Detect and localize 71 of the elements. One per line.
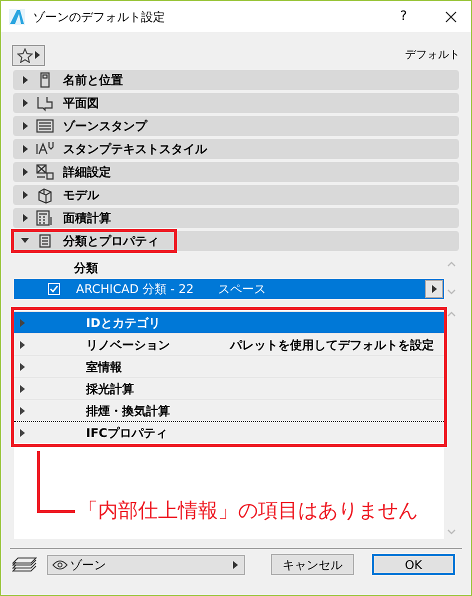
- property-row[interactable]: 室情報: [14, 355, 444, 377]
- column-header: 分類: [72, 260, 99, 277]
- layer-dropdown[interactable]: ゾーン: [47, 554, 245, 574]
- section-header[interactable]: 分類とプロパティ: [13, 231, 459, 251]
- floor-plan-icon: [35, 94, 55, 112]
- section-label: スタンプテキストスタイル: [63, 141, 207, 158]
- property-label: リノベーション: [86, 336, 171, 354]
- eye-icon: [52, 560, 68, 570]
- classification-system: ARCHICAD 分類 - 22: [76, 281, 195, 298]
- app-logo-icon: [9, 8, 25, 24]
- expand-icon: [22, 99, 28, 107]
- checkbox[interactable]: [48, 283, 60, 295]
- property-row[interactable]: IFCプロパティ: [14, 421, 444, 443]
- caret-icon: [432, 285, 436, 293]
- classification-row[interactable]: ARCHICAD 分類 - 22 スペース: [14, 279, 444, 299]
- favorites-button[interactable]: [12, 44, 45, 66]
- expand-icon: [20, 318, 25, 326]
- section-header[interactable]: 面積計算: [13, 208, 459, 228]
- leader-line: [37, 451, 75, 513]
- section-label: ゾーンスタンプ: [63, 118, 147, 135]
- property-value: パレットを使用してデフォルトを設定: [230, 336, 434, 354]
- expand-icon: [20, 340, 25, 348]
- star-icon: [17, 48, 33, 62]
- expand-icon: [22, 122, 28, 130]
- expand-icon: [20, 362, 25, 370]
- section-header[interactable]: 詳細設定: [13, 162, 459, 182]
- window-title: ゾーンのデフォルト設定: [33, 8, 165, 26]
- section-label: 詳細設定: [63, 164, 111, 181]
- property-label: 採光計算: [86, 380, 135, 398]
- property-row[interactable]: IDとカテゴリ: [14, 311, 444, 333]
- layers-icon: [12, 557, 37, 572]
- expand-icon: [22, 214, 28, 222]
- close-icon[interactable]: [445, 10, 457, 22]
- section-label: 名前と位置: [63, 72, 123, 89]
- expand-icon: [22, 76, 28, 84]
- annotation-text: 「内部仕上情報」の項目はありません: [78, 497, 418, 524]
- section-header[interactable]: 名前と位置: [13, 70, 459, 90]
- help-button[interactable]: ?: [400, 6, 407, 26]
- expand-icon: [20, 428, 25, 436]
- cancel-button[interactable]: キャンセル: [271, 554, 354, 575]
- property-label: 排煙・換気計算: [86, 402, 171, 420]
- collapse-icon: [21, 238, 29, 244]
- ok-button[interactable]: OK: [372, 554, 455, 575]
- property-label: 室情報: [86, 358, 123, 376]
- property-row[interactable]: リノベーション パレットを使用してデフォルトを設定: [14, 333, 444, 355]
- stamp-icon: [35, 117, 55, 135]
- property-label: IDとカテゴリ: [86, 314, 162, 332]
- caret-icon: [35, 51, 40, 59]
- expand-icon: [20, 406, 25, 414]
- expand-icon: [22, 145, 28, 153]
- section-label: 平面図: [63, 95, 99, 112]
- section-label: 分類とプロパティ: [63, 233, 159, 250]
- layer-name: ゾーン: [70, 556, 106, 574]
- section-label: モデル: [63, 187, 99, 204]
- section-label: 面積計算: [63, 210, 111, 227]
- property-label: IFCプロパティ: [86, 424, 168, 442]
- submenu-button[interactable]: [425, 280, 443, 298]
- section-header[interactable]: モデル: [13, 185, 459, 205]
- section-header[interactable]: 平面図: [13, 93, 459, 113]
- section-header[interactable]: ゾーンスタンプ: [13, 116, 459, 136]
- caret-icon: [233, 560, 238, 568]
- grid-icon: [35, 163, 55, 181]
- property-row[interactable]: 採光計算: [14, 377, 444, 399]
- preset-label: デフォルト: [405, 46, 460, 63]
- section-header[interactable]: スタンプテキストスタイル: [13, 139, 459, 159]
- expand-icon: [20, 384, 25, 392]
- classification-value: スペース: [218, 281, 266, 298]
- expand-icon: [22, 168, 28, 176]
- scroll-up-icon[interactable]: [446, 311, 456, 317]
- expand-icon: [22, 191, 28, 199]
- property-row[interactable]: 排煙・換気計算: [14, 399, 444, 421]
